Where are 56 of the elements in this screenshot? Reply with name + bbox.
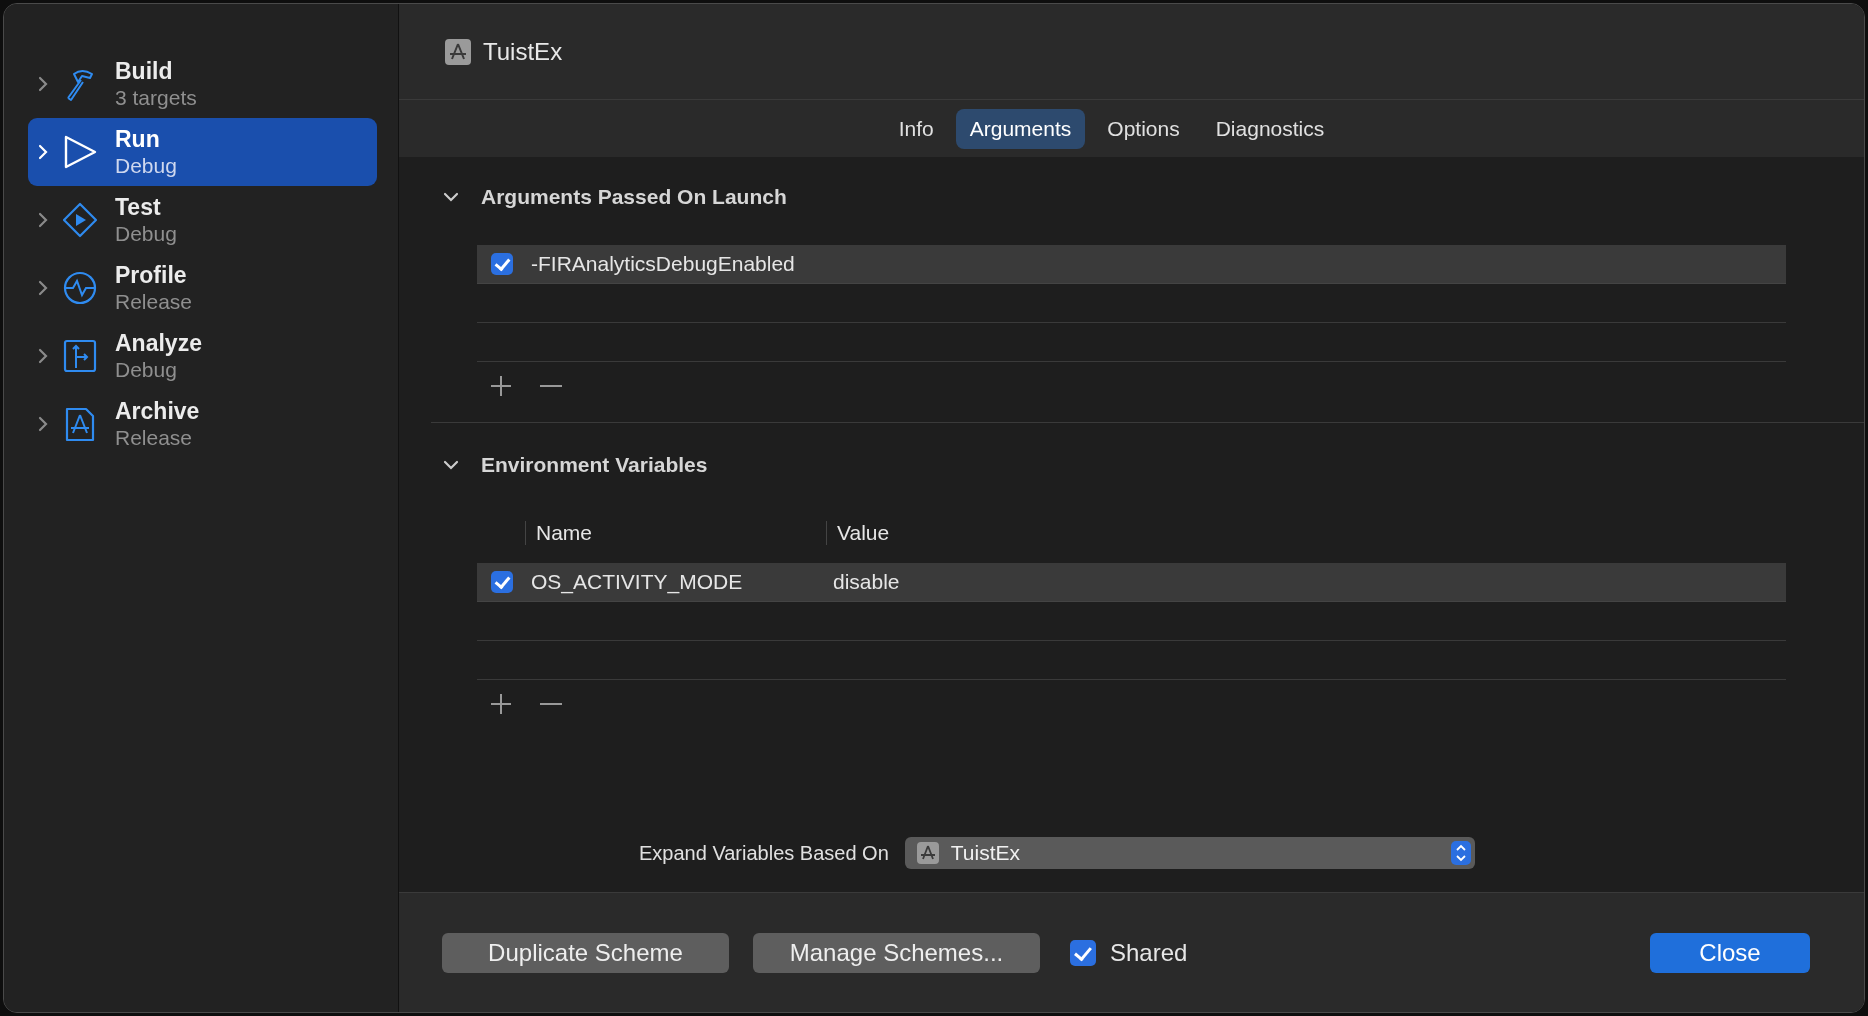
tab[interactable]: Info <box>884 108 948 149</box>
action-title: Archive <box>115 397 200 425</box>
tab[interactable]: Arguments <box>955 108 1086 149</box>
app-icon <box>916 842 939 864</box>
target-popup[interactable]: TuistEx <box>904 837 1475 869</box>
argument-row[interactable]: -FIRAnalyticsDebugEnabled <box>477 245 1786 284</box>
diamond-play-icon <box>62 202 98 238</box>
chevron-icon <box>38 280 48 296</box>
column-header[interactable]: Value <box>826 521 890 545</box>
action-configuration: Release <box>115 425 194 451</box>
action-configuration: Debug <box>115 221 177 247</box>
add-icon[interactable] <box>489 374 513 398</box>
section-title: Arguments Passed On Launch <box>481 185 787 209</box>
updown-icon <box>1450 841 1471 865</box>
close-button[interactable]: Close <box>1650 932 1810 973</box>
chevron-icon <box>38 348 48 364</box>
action-configuration: 3 targets <box>115 85 197 111</box>
action-title: Run <box>115 125 161 153</box>
manage-schemes-button[interactable]: Manage Schemes... <box>753 932 1040 973</box>
action-title: Profile <box>115 261 188 289</box>
chevron-icon <box>38 144 48 160</box>
tab[interactable]: Options <box>1093 108 1194 149</box>
variable-name: OS_ACTIVITY_MODE <box>531 570 744 594</box>
chevron-icon <box>38 76 48 92</box>
scheme-action-item[interactable]: Test Debug <box>28 186 377 254</box>
add-icon[interactable] <box>489 692 513 716</box>
argument-text: -FIRAnalyticsDebugEnabled <box>531 252 795 276</box>
app-icon <box>445 38 471 65</box>
duplicate-scheme-button[interactable]: Duplicate Scheme <box>442 932 729 973</box>
scheme-action-item[interactable]: Archive Release <box>28 390 377 458</box>
branch-square-icon <box>62 338 98 374</box>
scheme-action-item[interactable]: Run Debug <box>28 118 377 186</box>
pulse-circle-icon <box>62 270 98 306</box>
checkbox[interactable] <box>491 253 513 275</box>
action-title: Test <box>115 193 162 221</box>
action-configuration: Debug <box>115 153 177 179</box>
scheme-action-item[interactable]: Profile Release <box>28 254 377 322</box>
expand-variables-label: Expand Variables Based On <box>639 841 889 865</box>
chevron-icon <box>38 416 48 432</box>
scheme-title: TuistEx <box>483 37 563 66</box>
checkbox[interactable] <box>491 571 513 593</box>
shared-label: Shared <box>1110 938 1188 967</box>
scheme-action-item[interactable]: Analyze Debug <box>28 322 377 390</box>
section-title: Environment Variables <box>481 453 708 477</box>
column-header[interactable]: Name <box>525 521 826 545</box>
play-icon <box>62 134 98 170</box>
variable-value: disable <box>833 570 900 594</box>
variable-row[interactable]: OS_ACTIVITY_MODE disable <box>477 563 1786 602</box>
scheme-action-item[interactable]: Build 3 targets <box>28 50 377 118</box>
action-configuration: Debug <box>115 357 178 383</box>
tab[interactable]: Diagnostics <box>1201 108 1339 149</box>
action-title: Analyze <box>115 329 202 357</box>
checkbox[interactable] <box>1070 939 1096 966</box>
action-configuration: Release <box>115 289 193 315</box>
chevron-icon <box>38 212 48 228</box>
action-title: Build <box>115 57 174 85</box>
